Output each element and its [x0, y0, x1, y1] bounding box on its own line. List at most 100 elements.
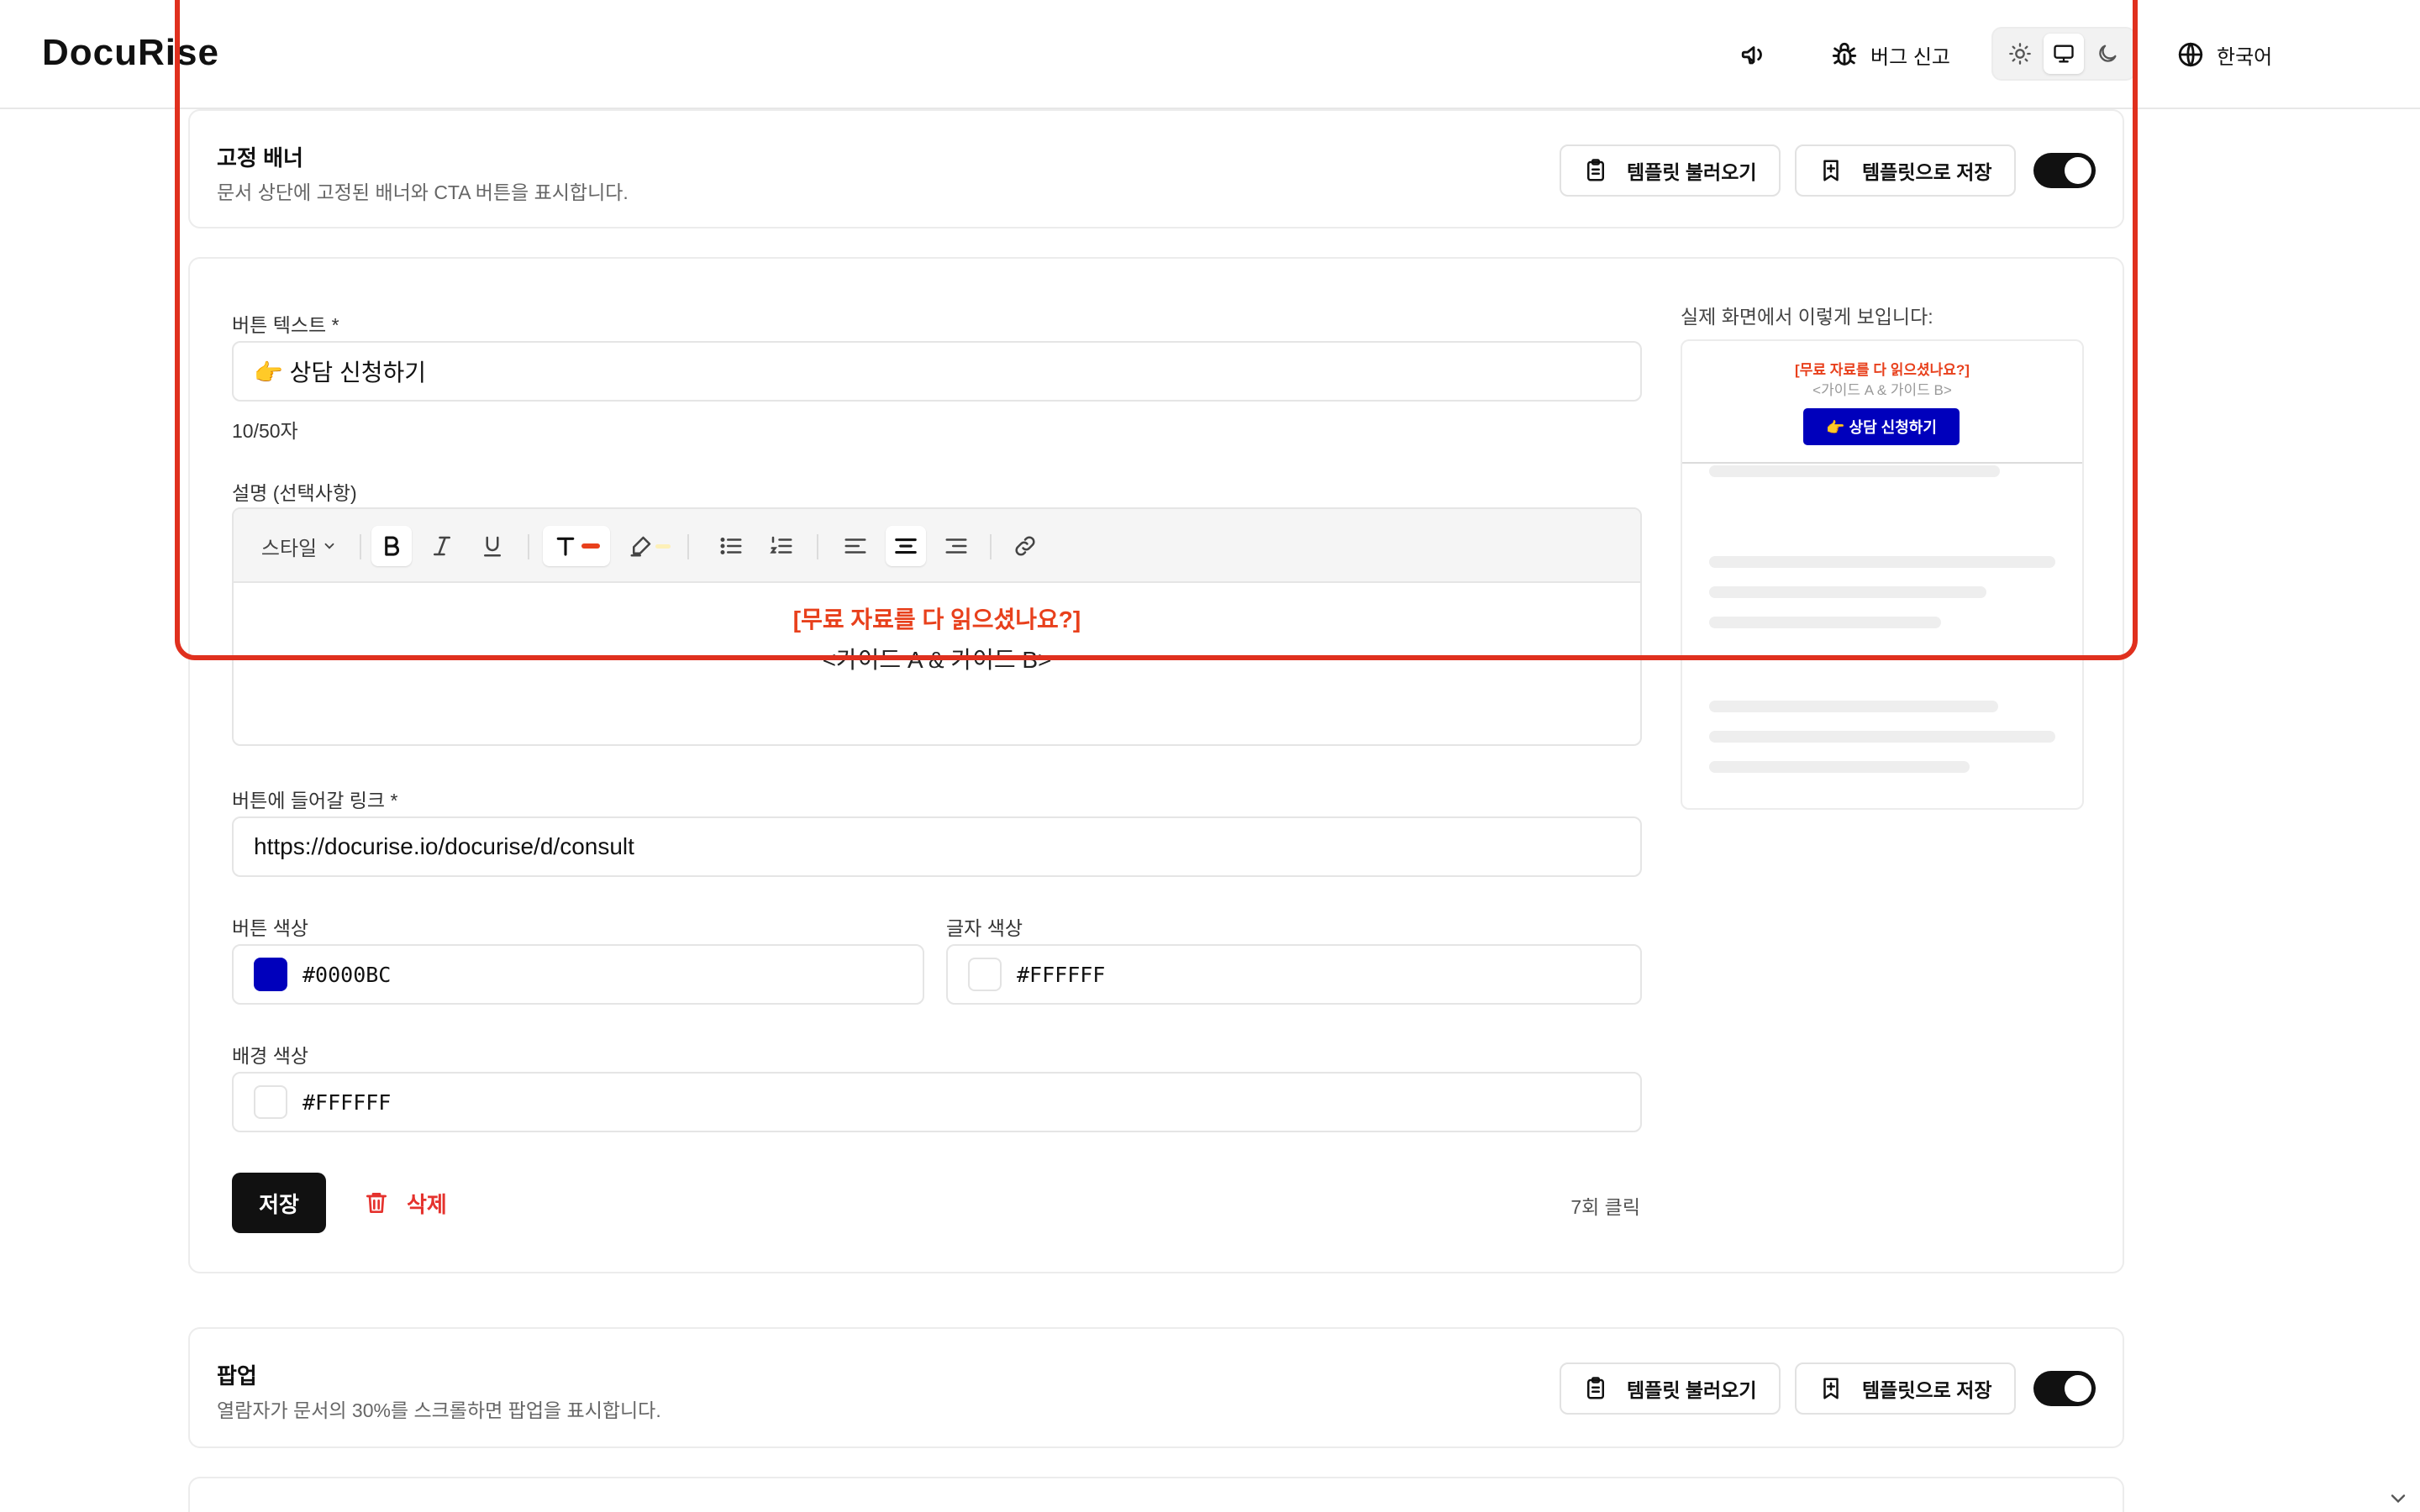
bold-icon — [385, 536, 399, 556]
align-right-icon — [945, 538, 967, 554]
popup-load-template-button[interactable]: 템플릿 불러오기 — [1560, 1362, 1781, 1415]
delete-label: 삭제 — [407, 1191, 447, 1217]
button-text-value: 👉 상담 신청하기 — [254, 360, 426, 386]
bullet-list-icon — [720, 538, 742, 554]
moon-icon — [2099, 45, 2117, 62]
ordered-list-icon — [770, 536, 792, 554]
sun-icon — [2009, 43, 2031, 65]
chevron-down-icon — [324, 543, 334, 549]
click-count: 7회 클릭 — [1570, 1196, 1640, 1218]
globe-icon — [2178, 42, 2203, 67]
save-template-button[interactable]: 템플릿으로 저장 — [1795, 144, 2016, 197]
bug-icon — [1832, 42, 1857, 66]
delete-button[interactable]: 삭제 — [363, 1173, 447, 1233]
top-header: DocuRise 버그 신고 한국어 — [0, 0, 2420, 109]
align-right-button[interactable] — [936, 526, 976, 566]
bug-report-label: 버그 신고 — [1870, 45, 1950, 69]
sticky-banner-toggle[interactable] — [2033, 153, 2096, 188]
language-selector[interactable]: 한국어 — [2176, 34, 2272, 76]
highlight-button[interactable] — [622, 526, 677, 566]
popup-load-template-label: 템플릿 불러오기 — [1627, 1379, 1757, 1401]
text-color-value: #FFFFFF — [1017, 962, 1106, 987]
megaphone-icon — [1741, 46, 1762, 65]
bg-color-swatch[interactable] — [254, 1085, 287, 1119]
button-color-input[interactable]: #0000BC — [232, 944, 924, 1005]
bg-color-label: 배경 색상 — [232, 1045, 309, 1067]
popup-title: 팝업 — [217, 1363, 257, 1389]
button-color-swatch[interactable] — [254, 958, 287, 991]
bug-report-button[interactable]: 버그 신고 — [1830, 34, 1950, 76]
sticky-banner-description: 문서 상단에 고정된 배너와 CTA 버튼을 표시합니다. — [217, 181, 629, 203]
theme-light-button[interactable] — [2000, 34, 2040, 74]
bookmark-plus-icon — [1823, 1378, 1839, 1399]
language-label: 한국어 — [2217, 45, 2273, 69]
skeleton-line — [1709, 761, 1970, 773]
skeleton-line — [1709, 617, 1941, 628]
bold-button[interactable] — [371, 526, 412, 566]
char-count: 10/50자 — [232, 420, 298, 442]
underline-icon — [484, 536, 501, 557]
popup-toggle[interactable] — [2033, 1371, 2096, 1406]
description-label: 설명 (선택사항) — [232, 482, 357, 504]
announcement-button[interactable] — [1739, 34, 1768, 76]
load-template-label: 템플릿 불러오기 — [1627, 161, 1757, 183]
theme-system-button[interactable] — [2044, 34, 2084, 74]
popup-save-template-button[interactable]: 템플릿으로 저장 — [1795, 1362, 2016, 1415]
text-color-label: 글자 색상 — [946, 917, 1023, 939]
align-center-icon — [895, 538, 917, 554]
banner-settings-card: 버튼 텍스트 * 👉 상담 신청하기 10/50자 설명 (선택사항) 스타일 — [188, 257, 2124, 1273]
next-section-card — [188, 1477, 2124, 1512]
clipboard-icon — [1587, 159, 1604, 181]
clipboard-icon — [1587, 1377, 1604, 1399]
link-value: https://docurise.io/docurise/d/consult — [254, 833, 634, 859]
logo[interactable]: DocuRise — [42, 32, 219, 74]
preview-line-2: <가이드 A & 가이드 B> — [1812, 382, 1952, 398]
link-label: 버튼에 들어갈 링크 * — [232, 790, 398, 811]
bookmark-plus-icon — [1823, 160, 1839, 181]
scroll-down-icon[interactable] — [2386, 1487, 2410, 1510]
button-text-label: 버튼 텍스트 * — [232, 314, 339, 336]
align-left-button[interactable] — [835, 526, 876, 566]
popup-description: 열람자가 문서의 30%를 스크롤하면 팝업을 표시합니다. — [217, 1399, 661, 1421]
editor-toolbar: 스타일 — [234, 509, 1640, 583]
sticky-banner-card: 고정 배너 문서 상단에 고정된 배너와 CTA 버튼을 표시합니다. 템플릿 … — [188, 109, 2124, 228]
preview-panel: [무료 자료를 다 읽으셨나요?] <가이드 A & 가이드 B> 👉 상담 신… — [1681, 339, 2084, 810]
style-dropdown-label: 스타일 — [260, 537, 318, 560]
underline-button[interactable] — [472, 526, 513, 566]
sticky-banner-title: 고정 배너 — [217, 145, 303, 171]
link-icon — [1015, 536, 1035, 556]
ordered-list-button[interactable] — [761, 526, 802, 566]
text-color-swatch[interactable] — [968, 958, 1002, 991]
italic-icon — [434, 536, 450, 556]
page: DocuRise 버그 신고 한국어 고정 배너 문서 상단에 고정된 배너와 … — [0, 0, 2420, 1512]
button-text-input[interactable]: 👉 상담 신청하기 — [232, 341, 1642, 402]
link-input[interactable]: https://docurise.io/docurise/d/consult — [232, 816, 1642, 877]
text-color-input[interactable]: #FFFFFF — [946, 944, 1642, 1005]
popup-save-template-label: 템플릿으로 저장 — [1862, 1379, 1992, 1401]
bg-color-value: #FFFFFF — [302, 1089, 392, 1115]
italic-button[interactable] — [422, 526, 462, 566]
save-button[interactable]: 저장 — [232, 1173, 326, 1233]
editor-line-2: <가이드 A & 가이드 B> — [822, 647, 1052, 673]
skeleton-line — [1709, 556, 2055, 568]
preview-label: 실제 화면에서 이렇게 보입니다: — [1681, 306, 1933, 328]
button-color-value: #0000BC — [302, 962, 392, 987]
highlighter-icon — [630, 536, 651, 557]
style-dropdown[interactable]: 스타일 — [255, 526, 343, 566]
load-template-button[interactable]: 템플릿 불러오기 — [1560, 144, 1781, 197]
trash-icon — [366, 1193, 387, 1213]
skeleton-line — [1709, 465, 2000, 477]
bullet-list-button[interactable] — [711, 526, 751, 566]
align-center-button[interactable] — [886, 526, 926, 566]
bg-color-input[interactable]: #FFFFFF — [232, 1072, 1642, 1132]
save-template-label: 템플릿으로 저장 — [1862, 161, 1992, 183]
popup-card: 팝업 열람자가 문서의 30%를 스크롤하면 팝업을 표시합니다. 템플릿 불러… — [188, 1327, 2124, 1448]
theme-switcher — [1991, 27, 2136, 81]
theme-dark-button[interactable] — [2087, 34, 2128, 74]
text-color-icon — [556, 537, 575, 556]
preview-banner: [무료 자료를 다 읽으셨나요?] <가이드 A & 가이드 B> 👉 상담 신… — [1682, 341, 2082, 464]
rich-text-editor[interactable]: 스타일 [무료 자료를 다 읽으셨나요?] <가이드 A & 가이드 B> — [232, 507, 1642, 746]
link-button[interactable] — [1005, 526, 1045, 566]
text-color-button[interactable] — [543, 526, 610, 566]
editor-content[interactable]: [무료 자료를 다 읽으셨나요?] <가이드 A & 가이드 B> — [234, 583, 1640, 680]
